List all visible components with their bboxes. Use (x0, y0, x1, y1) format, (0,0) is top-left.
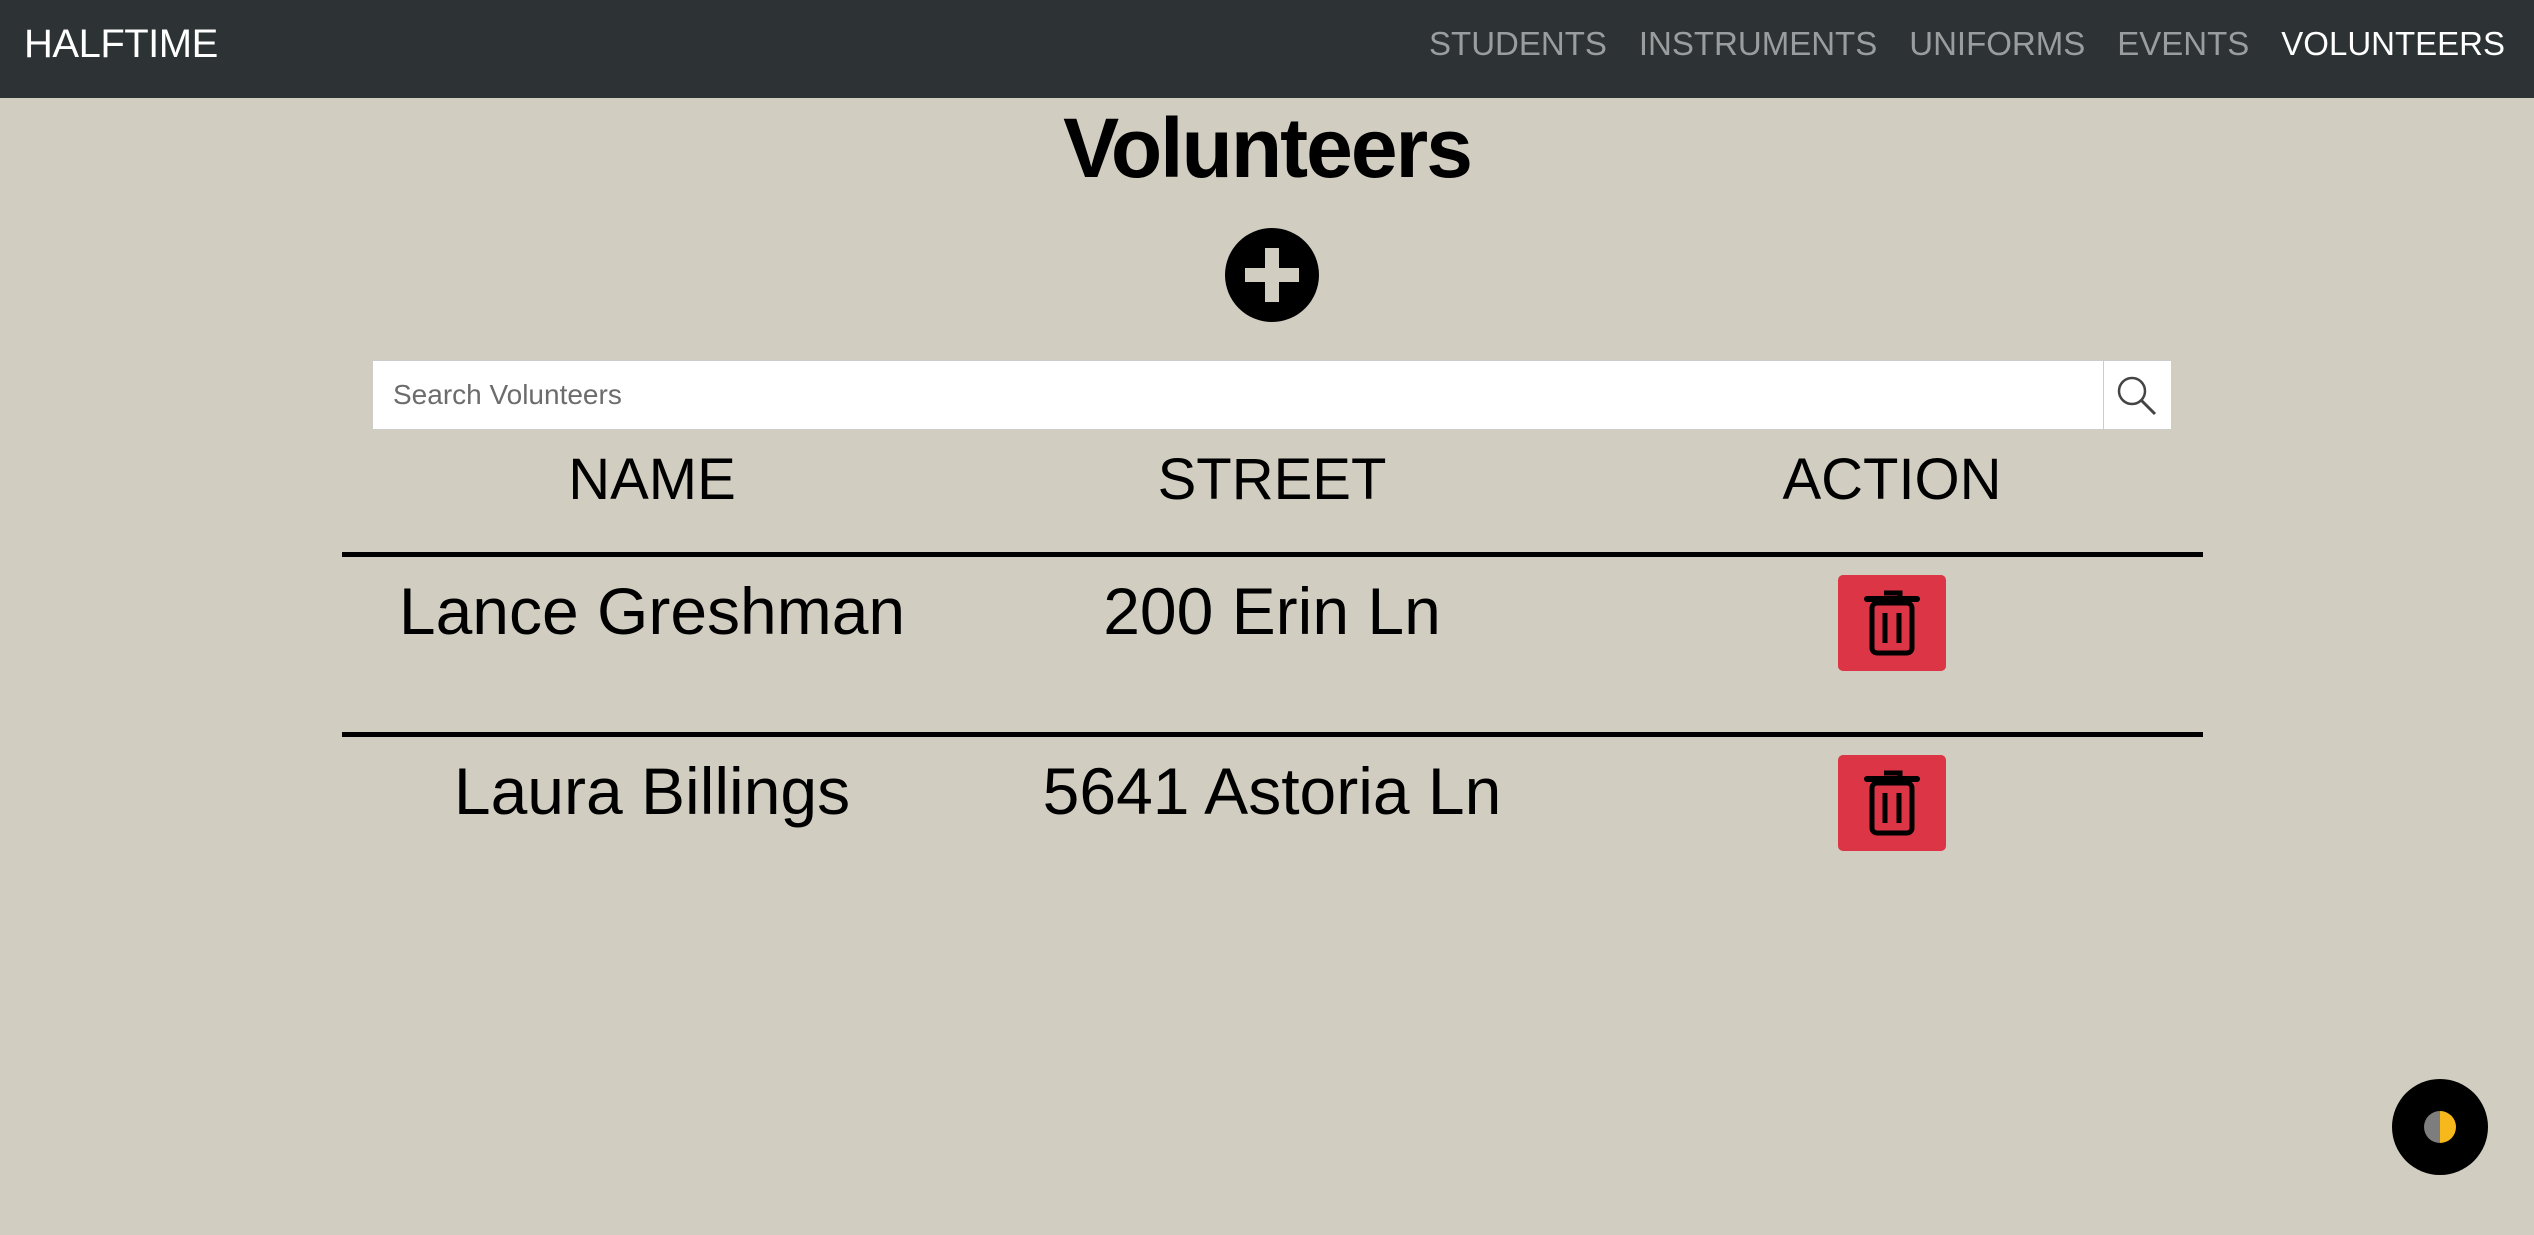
action-cell (1582, 737, 2202, 912)
trash-icon (1864, 590, 1920, 656)
search-bar (372, 360, 2172, 430)
page-title: Volunteers (1063, 101, 1473, 195)
search-input[interactable] (373, 361, 2104, 429)
navbar: HALFTIME STUDENTS INSTRUMENTS UNIFORMS E… (0, 0, 2534, 98)
column-header-name: NAME (568, 447, 736, 512)
search-icon (2117, 376, 2157, 416)
column-header-action: ACTION (1782, 447, 2002, 512)
nav-link-instruments[interactable]: INSTRUMENTS (1639, 25, 1877, 63)
add-volunteer-button[interactable] (1225, 228, 1319, 322)
nav-link-uniforms[interactable]: UNIFORMS (1909, 25, 2085, 63)
trash-icon (1864, 770, 1920, 836)
nav-link-students[interactable]: STUDENTS (1429, 25, 1607, 63)
delete-button[interactable] (1838, 755, 1946, 851)
table-header: NAME STREET ACTION (342, 440, 2203, 552)
column-header-street: STREET (1157, 447, 1387, 512)
volunteer-name: Lance Greshman (398, 574, 906, 648)
search-button[interactable] (2103, 361, 2171, 429)
volunteer-street: 200 Erin Ln (1103, 574, 1441, 648)
nav-links: STUDENTS INSTRUMENTS UNIFORMS EVENTS VOL… (1429, 0, 2505, 88)
volunteers-table: NAME STREET ACTION Lance Greshman 200 Er… (342, 440, 2203, 912)
brand-logo[interactable]: HALFTIME (24, 0, 218, 88)
nav-link-events[interactable]: EVENTS (2117, 25, 2249, 63)
delete-button[interactable] (1838, 575, 1946, 671)
action-cell (1582, 557, 2202, 732)
table-row: Laura Billings 5641 Astoria Ln (342, 732, 2203, 912)
nav-link-volunteers[interactable]: VOLUNTEERS (2281, 25, 2505, 63)
theme-toggle-button[interactable] (2392, 1079, 2488, 1175)
table-row: Lance Greshman 200 Erin Ln (342, 552, 2203, 732)
volunteer-street: 5641 Astoria Ln (1042, 754, 1502, 828)
volunteer-name: Laura Billings (453, 754, 851, 828)
half-moon-icon (2424, 1111, 2456, 1143)
